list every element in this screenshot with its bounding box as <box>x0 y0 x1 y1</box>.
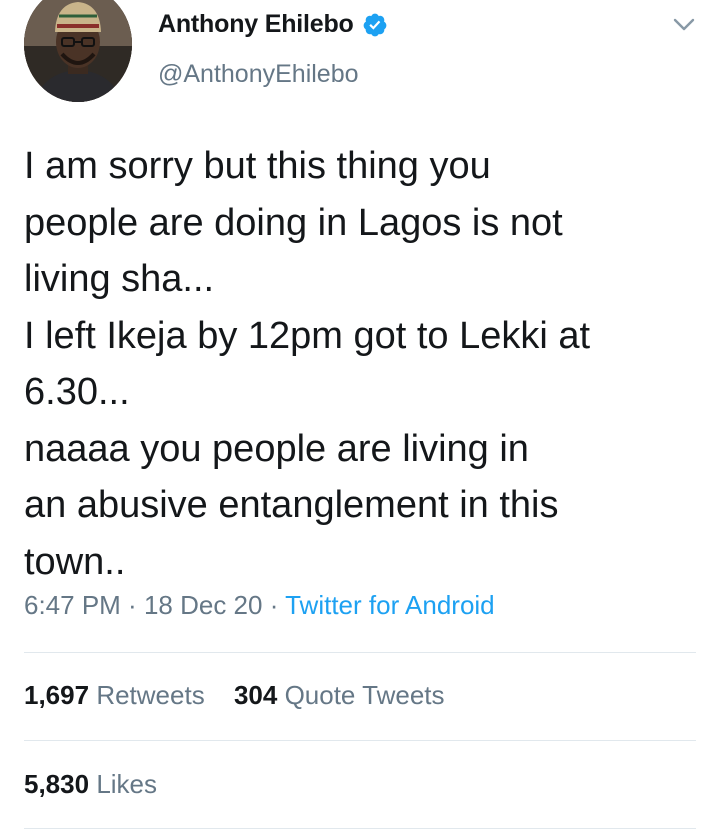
engagement-row: 1,697 Retweets 304 Quote Tweets <box>24 680 467 711</box>
likes-label: Likes <box>96 769 158 799</box>
chevron-down-icon[interactable] <box>672 16 696 34</box>
likes-count: 5,830 <box>24 769 90 799</box>
author-handle[interactable]: @AnthonyEhilebo <box>158 60 359 89</box>
divider <box>24 740 696 741</box>
tweet-source-link[interactable]: Twitter for Android <box>285 590 495 620</box>
divider <box>24 828 696 829</box>
quote-tweets-count: 304 <box>233 680 278 710</box>
retweets-count: 1,697 <box>24 680 90 710</box>
tweet-text: I am sorry but this thing you people are… <box>24 145 591 583</box>
tweet-meta: 6:47 PM · 18 Dec 20 · Twitter for Androi… <box>24 590 495 621</box>
meta-separator: · <box>262 590 286 620</box>
verified-badge-icon <box>362 12 388 38</box>
avatar[interactable] <box>24 0 132 102</box>
divider <box>24 652 696 653</box>
author-name[interactable]: Anthony Ehilebo <box>158 10 354 39</box>
likes-stat[interactable]: 5,830 Likes <box>24 769 157 800</box>
likes-row: 5,830 Likes <box>24 769 179 800</box>
tweet-detail: Anthony Ehilebo @AnthonyEhilebo I am sor… <box>0 0 720 832</box>
retweets-label: Retweets <box>96 680 205 710</box>
retweets-stat[interactable]: 1,697 Retweets <box>24 680 205 711</box>
author-name-row[interactable]: Anthony Ehilebo <box>158 10 388 39</box>
avatar-image <box>24 0 132 102</box>
meta-separator: · <box>120 590 144 620</box>
quote-tweets-stat[interactable]: 304 Quote Tweets <box>234 680 445 711</box>
tweet-date[interactable]: 18 Dec 20 <box>144 590 263 620</box>
quote-tweets-label: Quote Tweets <box>284 680 445 710</box>
tweet-time[interactable]: 6:47 PM <box>24 590 121 620</box>
